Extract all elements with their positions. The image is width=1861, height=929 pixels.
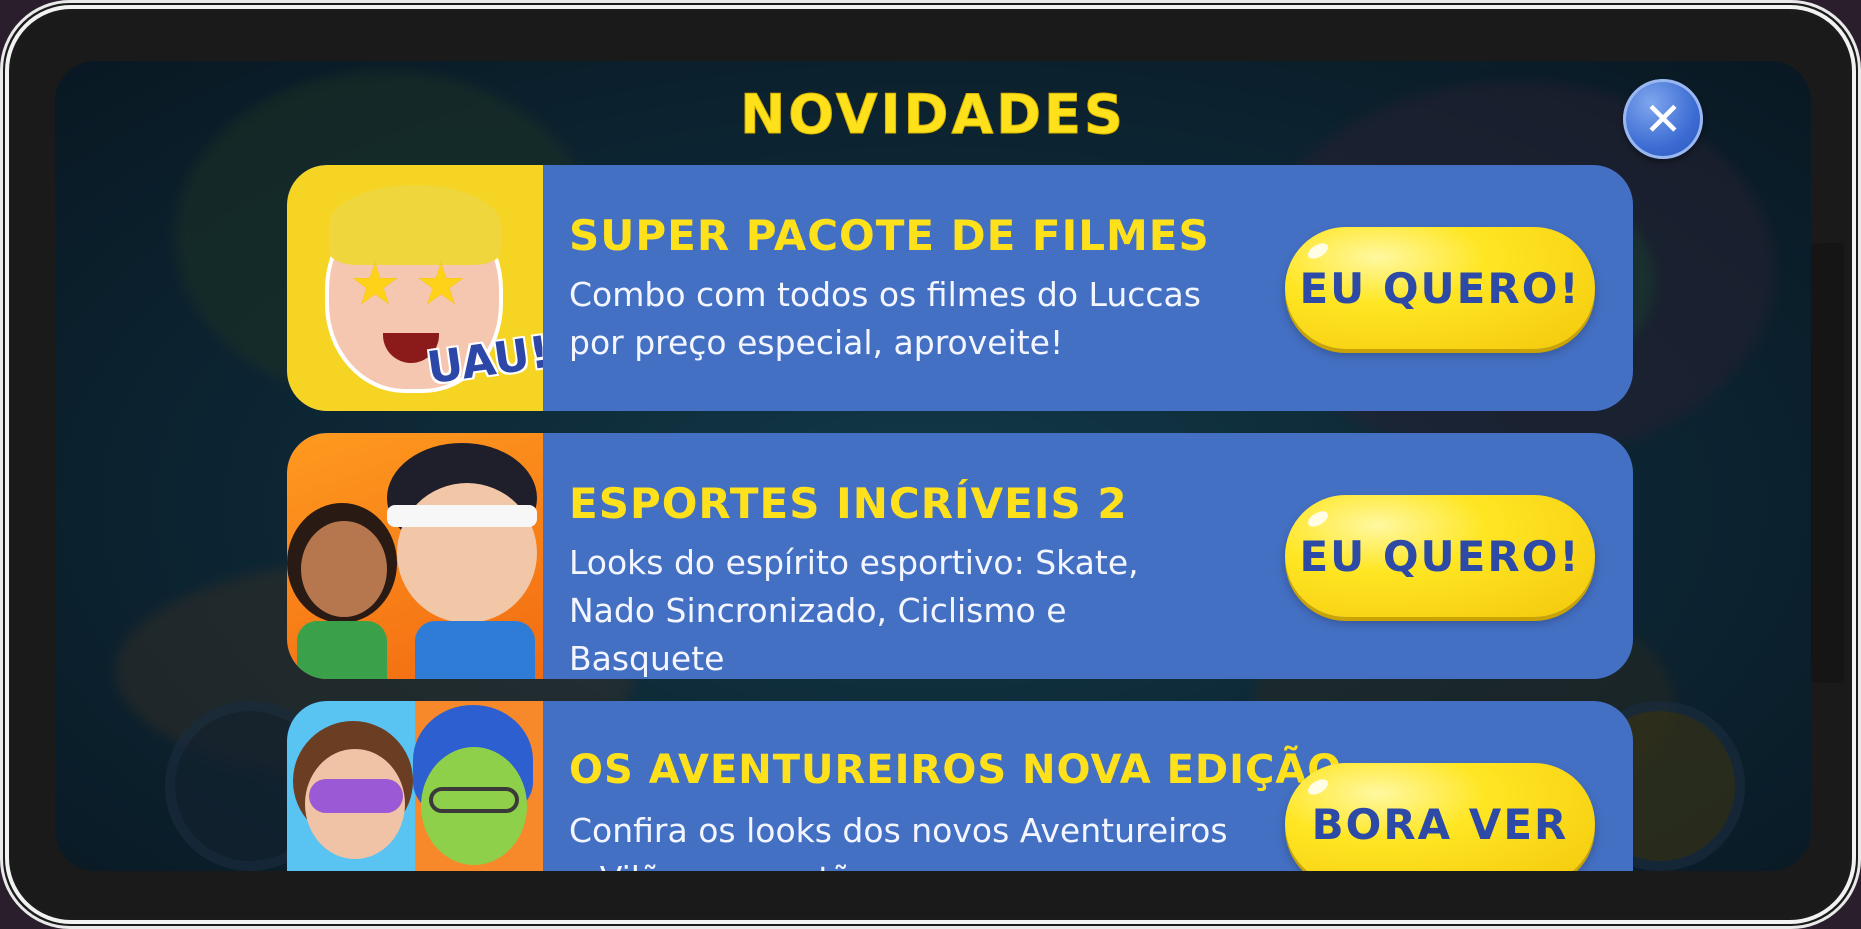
offer-title: SUPER PACOTE DE FILMES [569, 211, 1210, 260]
bora-ver-button[interactable]: BORA VER [1285, 763, 1595, 871]
star-eye-icon: ★ [415, 250, 467, 318]
girl-face-image [301, 521, 387, 617]
boy-face-image [397, 483, 537, 623]
offer-card-adventurers: OS AVENTUREIROS NOVA EDIÇÃO Confira os l… [287, 701, 1633, 871]
offer-thumbnail-sports-kids [287, 433, 543, 679]
game-screen: NOVIDADES ✕ ★ ★ UAU! SUPER PACOTE DE FIL… [55, 61, 1811, 871]
offer-card-movies: ★ ★ UAU! SUPER PACOTE DE FILMES Combo co… [287, 165, 1633, 411]
offer-thumbnail-adventurers [287, 701, 543, 871]
modal-title: NOVIDADES [740, 83, 1126, 147]
offer-card-sports: ESPORTES INCRÍVEIS 2 Looks do espírito e… [287, 433, 1633, 679]
headband-image [387, 505, 537, 527]
offer-thumbnail-luccas: ★ ★ UAU! [287, 165, 543, 411]
star-eye-icon: ★ [349, 250, 401, 318]
offer-description: Looks do espírito esportivo: Skate, Nado… [569, 543, 1139, 678]
offer-title: OS AVENTUREIROS NOVA EDIÇÃO [569, 747, 1343, 793]
glasses-image [429, 787, 519, 813]
soccer-shirt-image [297, 621, 387, 679]
eu-quero-button[interactable]: EU QUERO! [1285, 495, 1595, 617]
tennis-shirt-image [415, 621, 535, 679]
purple-mask-image [309, 779, 403, 813]
eu-quero-button[interactable]: EU QUERO! [1285, 227, 1595, 349]
close-button[interactable]: ✕ [1623, 79, 1703, 159]
offer-description: Confira os looks dos novos Aventureiros … [569, 811, 1228, 871]
close-icon: ✕ [1643, 92, 1683, 146]
device-frame: NOVIDADES ✕ ★ ★ UAU! SUPER PACOTE DE FIL… [0, 0, 1861, 929]
offer-title: ESPORTES INCRÍVEIS 2 [569, 479, 1128, 528]
offer-description: Combo com todos os filmes do Luccas por … [569, 275, 1201, 362]
